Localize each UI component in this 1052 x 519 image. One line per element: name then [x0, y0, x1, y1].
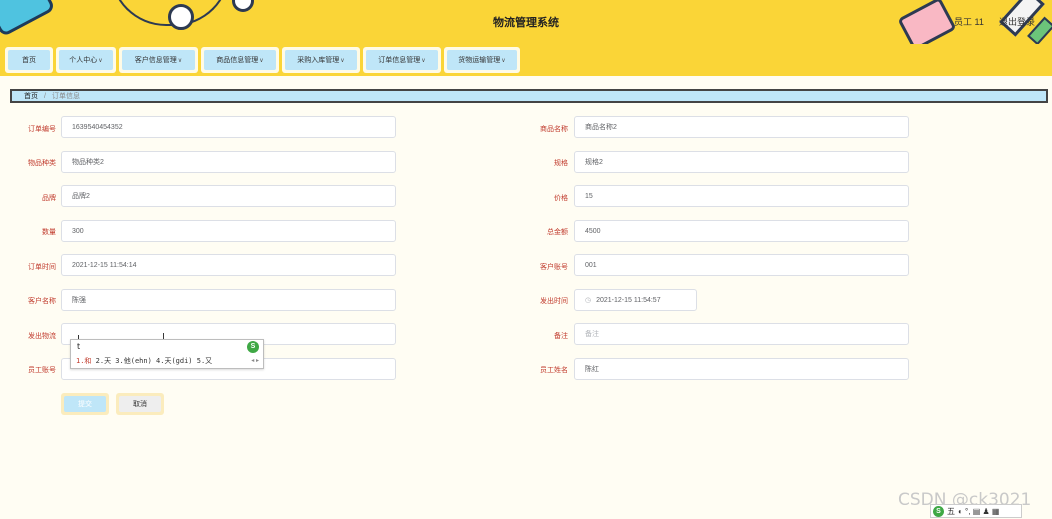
- emp-name-value: 陈红: [585, 366, 599, 373]
- order-time-value: 2021-12-15 11:54:14: [72, 261, 137, 269]
- total-label: 总金额: [547, 229, 568, 236]
- ship-time-label: 发出时间: [540, 298, 568, 305]
- clock-icon: ◷: [585, 297, 592, 304]
- customer-name-value: 陈强: [72, 297, 86, 304]
- ime-mode-label[interactable]: 五: [947, 506, 955, 517]
- nav-item-label: 采购入库管理: [297, 57, 340, 64]
- submit-button[interactable]: 提交: [61, 393, 109, 415]
- emp-name-label: 员工姓名: [540, 367, 568, 374]
- spec-input[interactable]: 规格2: [574, 151, 909, 173]
- customer-no-input[interactable]: 001: [574, 254, 909, 276]
- nav-item-home[interactable]: 首页: [5, 47, 53, 73]
- chevron-down-icon: ∨: [177, 57, 183, 64]
- breadcrumb-separator: /: [44, 92, 46, 100]
- customer-no-label: 客户账号: [540, 264, 568, 271]
- order-time-input[interactable]: 2021-12-15 11:54:14: [61, 254, 396, 276]
- order-time-label: 订单时间: [28, 264, 56, 271]
- spec-label: 规格: [554, 160, 568, 167]
- nav-item-transport[interactable]: 货物运输管理 ∨: [444, 47, 520, 73]
- sogou-logo-icon: S: [933, 505, 944, 517]
- spec-value: 规格2: [585, 159, 603, 166]
- brand-value: 品牌2: [72, 193, 90, 200]
- chevron-down-icon: ∨: [98, 57, 103, 64]
- total-value: 4500: [585, 227, 601, 235]
- quantity-input[interactable]: 300: [61, 220, 396, 242]
- nav-item-personal-center[interactable]: 个人中心 ∨: [56, 47, 116, 73]
- sogou-logo-icon: S: [247, 341, 259, 353]
- emp-name-input[interactable]: 陈红: [574, 358, 909, 380]
- quantity-value: 300: [72, 227, 84, 235]
- nav-item-customer[interactable]: 客户信息管理 ∨: [119, 47, 198, 73]
- cancel-button-label: 取消: [133, 401, 147, 408]
- cancel-button[interactable]: 取消: [116, 393, 164, 415]
- category-label: 物品种类: [28, 160, 56, 167]
- product-name-value: 商品名称2: [585, 124, 617, 131]
- breadcrumb-current: 订单信息: [51, 93, 80, 100]
- nav-item-label: 首页: [22, 57, 36, 64]
- nav-item-label: 个人中心: [69, 57, 98, 64]
- category-value: 物品种类2: [72, 159, 104, 166]
- current-user: 员工 11: [954, 17, 984, 27]
- ime-candidates-rest[interactable]: 2.天 3.他(ehn) 4.天(gdi) 5.又: [91, 357, 213, 365]
- earbud-decoration: [232, 0, 254, 12]
- ime-page-arrows-icon[interactable]: ◂ ▸: [251, 357, 259, 364]
- ime-candidate-first[interactable]: 1.和: [76, 357, 91, 365]
- chevron-down-icon: ∨: [501, 57, 506, 64]
- price-input[interactable]: 15: [574, 185, 909, 207]
- customer-name-label: 客户名称: [28, 298, 56, 305]
- price-value: 15: [585, 192, 593, 200]
- nav-item-label: 货物运输管理: [458, 57, 501, 64]
- remark-placeholder: 备注: [585, 331, 599, 338]
- ship-time-value: 2021-12-15 11:54:57: [596, 296, 661, 304]
- ime-candidates[interactable]: 1.和 2.天 3.他(ehn) 4.天(gdi) 5.又: [76, 356, 212, 366]
- category-input[interactable]: 物品种类2: [61, 151, 396, 173]
- chevron-down-icon: ∨: [340, 57, 345, 64]
- order-no-value: 1639540454352: [72, 123, 123, 131]
- ime-candidate-popup: t S 1.和 2.天 3.他(ehn) 4.天(gdi) 5.又 ◂ ▸: [70, 339, 264, 369]
- ime-composition: t: [77, 342, 81, 351]
- price-label: 价格: [554, 195, 568, 202]
- ship-logistics-label: 发出物流: [28, 333, 56, 340]
- app-title: 物流管理系统: [493, 17, 559, 29]
- nav-item-purchase[interactable]: 采购入库管理 ∨: [282, 47, 360, 73]
- product-name-input[interactable]: 商品名称2: [574, 116, 909, 138]
- order-no-label: 订单编号: [28, 126, 56, 133]
- ime-status-toolbar[interactable]: S 五 ◐ °, ▤ ♟ ▦: [930, 504, 1022, 518]
- nav-item-label: 客户信息管理: [134, 57, 177, 64]
- main-nav: 首页 个人中心 ∨ 客户信息管理 ∨ 商品信息管理 ∨ 采购入库管理 ∨ 订单信息管理 ∨…: [0, 44, 1052, 76]
- emp-no-label: 员工账号: [28, 367, 56, 374]
- top-header: 物流管理系统 员工 11 退出登录: [0, 0, 1052, 44]
- chevron-down-icon: ∨: [259, 57, 264, 64]
- brand-label: 品牌: [42, 195, 56, 202]
- brand-input[interactable]: 品牌2: [61, 185, 396, 207]
- chevron-down-icon: ∨: [421, 57, 426, 64]
- customer-name-input[interactable]: 陈强: [61, 289, 396, 311]
- quantity-label: 数量: [42, 229, 56, 236]
- order-no-input[interactable]: 1639540454352: [61, 116, 396, 138]
- remark-label: 备注: [554, 333, 568, 340]
- ship-time-picker[interactable]: ◷ 2021-12-15 11:54:57: [574, 289, 697, 311]
- nav-item-order[interactable]: 订单信息管理 ∨: [363, 47, 441, 73]
- nav-item-label: 订单信息管理: [378, 57, 421, 64]
- logout-link[interactable]: 退出登录: [999, 15, 1035, 28]
- nav-item-label: 商品信息管理: [216, 57, 259, 64]
- remark-input[interactable]: 备注: [574, 323, 909, 345]
- breadcrumb-home[interactable]: 首页: [24, 91, 38, 101]
- submit-button-label: 提交: [78, 401, 92, 408]
- ime-toolbar-icons[interactable]: ◐ °, ▤ ♟ ▦: [958, 507, 999, 516]
- product-name-label: 商品名称: [540, 126, 568, 133]
- customer-no-value: 001: [585, 261, 597, 269]
- breadcrumb: 首页 / 订单信息: [10, 89, 1048, 103]
- nav-item-product[interactable]: 商品信息管理 ∨: [201, 47, 279, 73]
- total-input[interactable]: 4500: [574, 220, 909, 242]
